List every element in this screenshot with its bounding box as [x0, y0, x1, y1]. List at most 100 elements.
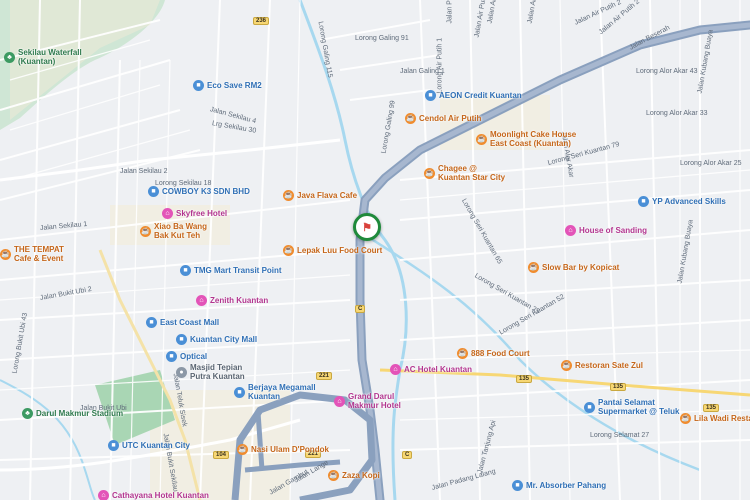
poi-label: Nasi Ulam D'Pondok	[251, 445, 329, 454]
street-label: Jalan Galing 1	[400, 68, 445, 75]
poi-label-group: Grand Darul Makmur Hotel	[348, 392, 401, 410]
shop-icon: ■	[180, 265, 191, 276]
poi-label-group: Java Flava Cafe	[297, 191, 357, 200]
poi-label-group: AEON Credit Kuantan	[439, 91, 522, 100]
poi-label-group: Chagee @ Kuantan Star City	[438, 164, 505, 182]
poi-eco-save-rm2[interactable]: ■ Eco Save RM2	[193, 80, 262, 91]
hotel-icon: ⌂	[98, 490, 109, 500]
poi-pantai-selamat[interactable]: ■ Pantai Selamat Supermarket @ Teluk	[584, 398, 679, 416]
poi-label: AC Hotel Kuantan	[404, 365, 472, 374]
poi-darul-makmur-stadium[interactable]: ♣ Darul Makmur Stadium	[22, 408, 123, 419]
poi-cendol-air-putih[interactable]: ☕ Cendol Air Putih	[405, 113, 481, 124]
poi-restoran-sate-zul[interactable]: ☕ Restoran Sate Zul	[561, 360, 643, 371]
poi-cowboy-k3[interactable]: ■ COWBOY K3 SDN BHD	[148, 186, 250, 197]
poi-888-food-court[interactable]: ☕ 888 Food Court	[457, 348, 530, 359]
street-label: Lorong Air Putih 1	[436, 37, 444, 94]
shop-icon: ■	[108, 440, 119, 451]
poi-label-group: Xiao Ba Wang Bak Kut Teh	[154, 222, 207, 240]
poi-skyfree-hotel[interactable]: ⌂ Skyfree Hotel	[162, 208, 227, 219]
poi-label-group: AC Hotel Kuantan	[404, 365, 472, 374]
poi-house-of-sanding[interactable]: ⌂ House of Sanding	[565, 225, 647, 236]
poi-opticalxl[interactable]: ■ Optical	[166, 351, 207, 362]
poi-grand-darul-makmur[interactable]: ⌂ Grand Darul Makmur Hotel	[334, 392, 401, 410]
food-icon: ☕	[528, 262, 539, 273]
poi-sekilau-waterfall[interactable]: ♣ Sekilau Waterfall (Kuantan)	[4, 48, 82, 66]
shop-icon: ■	[146, 317, 157, 328]
poi-utc-kuantan[interactable]: ■ UTC Kuantan City	[108, 440, 190, 451]
poi-label: Zenith Kuantan	[210, 296, 269, 305]
poi-lila-wadi-restaurant[interactable]: ☕Lila Wadi Restaurant	[680, 413, 750, 424]
shop-icon: ■	[425, 90, 436, 101]
poi-aeon-credit-kuantan[interactable]: ■ AEON Credit Kuantan	[425, 90, 522, 101]
poi-label-group: Zenith Kuantan	[210, 296, 268, 305]
poi-label-group: East Coast Mall	[160, 318, 219, 327]
poi-sublabel: East Coast (Kuantan)	[490, 139, 571, 148]
food-icon: ☕	[476, 133, 487, 145]
poi-label-group: YP Advanced Skills	[652, 197, 726, 206]
poi-label: East Coast Mall	[160, 318, 220, 327]
poi-label-group: UTC Kuantan City	[122, 441, 190, 450]
poi-sublabel: Bak Kut Teh	[154, 231, 201, 240]
poi-label-group: Darul Makmur Stadium	[36, 409, 123, 418]
map-canvas[interactable]: Jalan Putih Jalan Air Putih 3 Jalan Air Pu…	[0, 0, 750, 500]
misc-icon: ●	[176, 366, 187, 378]
shop-icon: ■	[234, 386, 245, 398]
poi-label: Cendol Air Putih	[419, 114, 482, 123]
hotel-icon: ⌂	[334, 395, 345, 407]
shop-icon: ■	[584, 401, 595, 413]
poi-slow-bar-kopicat[interactable]: ☕ Slow Bar by Kopicat	[528, 262, 619, 273]
park-icon: ♣	[4, 51, 15, 63]
poi-east-coast-mall[interactable]: ■ East Coast Mall	[146, 317, 219, 328]
poi-label: Restoran Sate Zul	[575, 361, 644, 370]
poi-sublabel: Supermarket @ Teluk	[598, 407, 680, 416]
poi-sublabel: (Kuantan)	[18, 57, 56, 66]
food-icon: ☕	[424, 167, 435, 179]
poi-lepak-luu-food-court[interactable]: ☕ Lepak Luu Food Court	[283, 245, 382, 256]
poi-label: Slow Bar by Kopicat	[542, 263, 620, 272]
poi-berjaya-megamall[interactable]: ■ Berjaya Megamall Kuantan	[234, 383, 316, 401]
hotel-icon: ⌂	[196, 295, 207, 306]
poi-the-tempat-cafe[interactable]: ☕ THE TEMPAT Cafe & Event	[0, 245, 64, 263]
poi-nasi-ulam-dpondok[interactable]: ☕ Nasi Ulam D'Pondok	[237, 444, 329, 455]
poi-cathayana-hotel[interactable]: ⌂ Cathayana Hotel Kuantan	[98, 490, 209, 500]
poi-label-group: COWBOY K3 SDN BHD	[162, 187, 250, 196]
food-icon: ☕	[457, 348, 468, 359]
poi-sublabel: Makmur Hotel	[348, 401, 401, 410]
route-shield: 104	[213, 451, 230, 459]
poi-xiao-ba-wang[interactable]: ☕ Xiao Ba Wang Bak Kut Teh	[140, 222, 207, 240]
food-icon: ☕	[237, 444, 248, 455]
poi-sublabel: Kuantan Star City	[438, 173, 506, 182]
poi-tmg-mart[interactable]: ■ TMG Mart Transit Point	[180, 265, 282, 276]
poi-label: UTC Kuantan City	[122, 441, 190, 450]
selected-location-marker[interactable]: ⚑	[353, 213, 381, 241]
poi-label-group: House of Sanding	[579, 226, 647, 235]
street-label: Lorong Alor Akar 43	[636, 68, 698, 75]
poi-label-group: TMG Mart Transit Point	[194, 266, 282, 275]
poi-label: Cathayana Hotel Kuantan	[112, 491, 209, 500]
poi-masjid-tepian-putra[interactable]: ● Masjid Tepian Putra Kuantan	[176, 363, 245, 381]
location-pin-icon: ⚑	[362, 221, 372, 234]
poi-label-group: Mr. Absorber Pahang	[526, 481, 606, 490]
poi-label-group: Eco Save RM2	[207, 81, 262, 90]
route-shield: 221	[316, 372, 333, 380]
poi-label: Darul Makmur Stadium	[36, 409, 124, 418]
poi-label: COWBOY K3 SDN BHD	[162, 187, 250, 196]
poi-label: Grand Darul	[348, 392, 395, 401]
street-label: Jalan Sekilau 2	[120, 168, 168, 175]
poi-kuantan-city-mall[interactable]: ■ Kuantan City Mall	[176, 334, 257, 345]
poi-label: Zaza Kopi	[342, 471, 380, 480]
poi-label-group: THE TEMPAT Cafe & Event	[14, 245, 64, 263]
poi-zaza-kopi[interactable]: ☕ Zaza Kopi	[328, 470, 380, 481]
poi-label-group: Berjaya Megamall Kuantan	[248, 383, 316, 401]
poi-yp-advanced-skills[interactable]: ■ YP Advanced Skills	[638, 196, 726, 207]
poi-ac-hotel-kuantan[interactable]: ⌂ AC Hotel Kuantan	[390, 364, 472, 375]
poi-zenith-kuantan[interactable]: ⌂ Zenith Kuantan	[196, 295, 268, 306]
poi-label-group: Kuantan City Mall	[190, 335, 257, 344]
poi-moonlight-cake-house[interactable]: ☕ Moonlight Cake House East Coast (Kuantan…	[476, 130, 576, 148]
poi-chagee-kuantan[interactable]: ☕ Chagee @ Kuantan Star City	[424, 164, 505, 182]
poi-mr-absorber[interactable]: ■ Mr. Absorber Pahang	[512, 480, 606, 491]
food-icon: ☕	[140, 225, 151, 237]
shop-icon: ■	[638, 196, 649, 207]
shop-icon: ■	[166, 351, 177, 362]
poi-java-flava-cafe[interactable]: ☕ Java Flava Cafe	[283, 190, 357, 201]
